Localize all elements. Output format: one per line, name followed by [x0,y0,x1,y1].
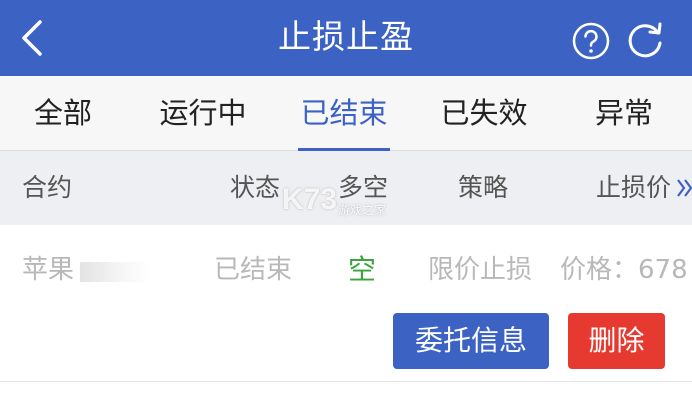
question-circle-icon[interactable] [571,21,611,61]
redacted-contract-code [80,262,150,282]
order-info-button[interactable]: 委托信息 [393,313,549,369]
tab-invalid[interactable]: 已失效 [436,76,532,150]
column-status: 状态 [230,173,281,202]
column-stop-price: 止损价 [596,173,672,202]
double-chevron-right-icon[interactable] [676,177,692,199]
table-row[interactable]: 苹果 已结束 空 限价止损 价格：678 委托信息 删除 [0,225,692,382]
row-strategy: 限价止损 [428,255,533,285]
app-header: 止损止盈 [0,0,692,76]
delete-button[interactable]: 删除 [568,313,665,369]
column-contract: 合约 [22,173,73,202]
row-price: 价格：678 [560,255,688,285]
watermark-text: 游戏之家 [338,203,387,217]
column-strategy: 策略 [458,173,509,202]
tab-ended[interactable]: 已结束 [296,76,392,150]
refresh-icon[interactable] [625,19,667,61]
row-direction: 空 [348,253,377,286]
tab-all[interactable]: 全部 [22,76,104,150]
watermark: K73 游戏之家 [282,183,412,223]
tab-running[interactable]: 运行中 [155,76,251,150]
watermark-logo: K73 [282,183,338,216]
row-status: 已结束 [214,255,293,285]
row-contract: 苹果 [22,255,75,285]
tab-abnormal[interactable]: 异常 [584,76,664,150]
status-tabs: 全部 运行中 已结束 已失效 异常 [0,76,692,151]
